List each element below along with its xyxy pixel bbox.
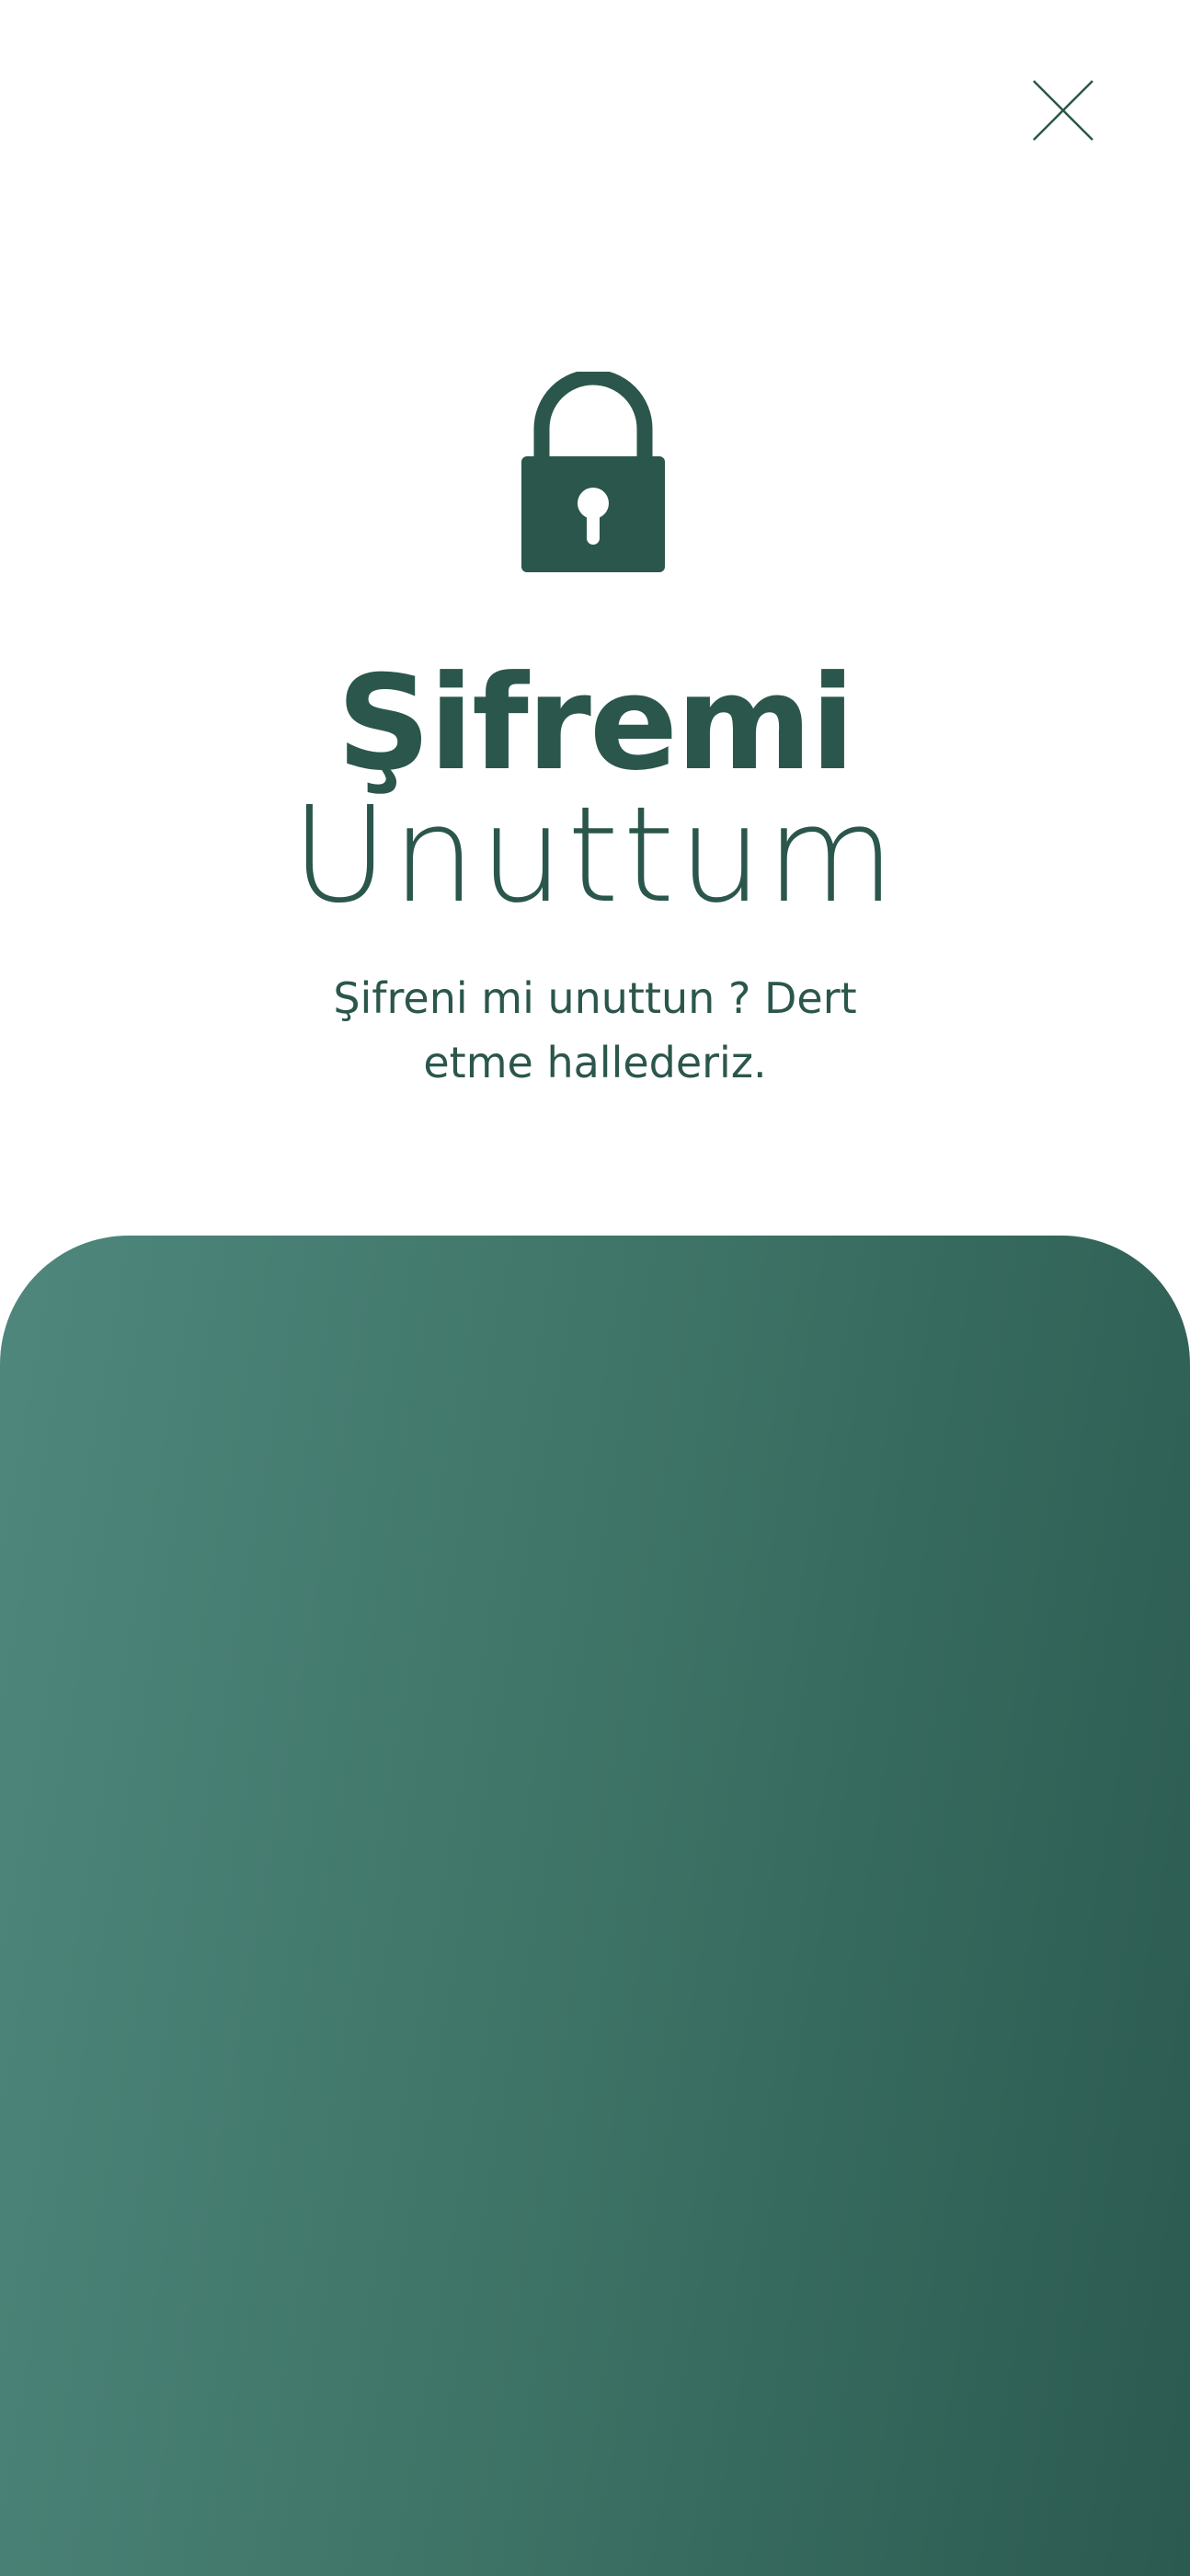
- form-panel: [0, 1236, 1190, 2576]
- page-title-light: Unuttum: [291, 777, 899, 932]
- page-subtitle: Şifreni mi unuttun ? Dert etme hallederi…: [333, 973, 857, 1087]
- page-title-bold: Şifremi: [337, 648, 855, 799]
- close-button[interactable]: [1028, 75, 1098, 145]
- lock-icon: [516, 372, 670, 576]
- close-icon: [1033, 80, 1093, 141]
